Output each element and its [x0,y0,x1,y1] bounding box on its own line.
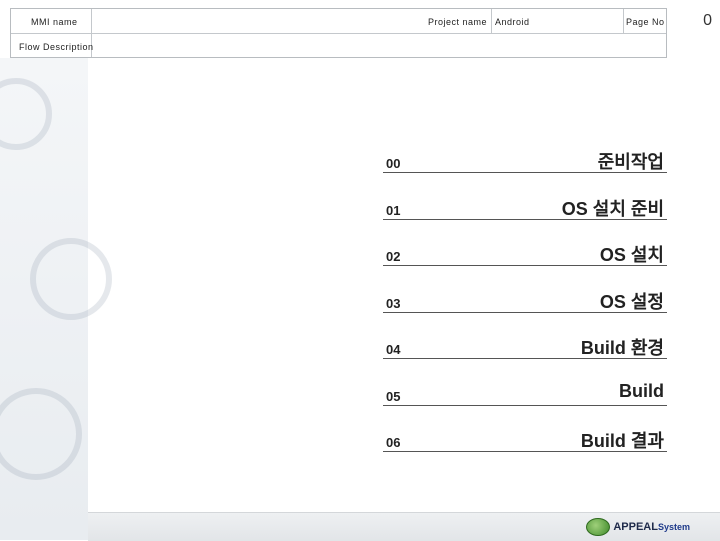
logo-brand-text: APPEALSystem [613,521,690,533]
project-name-label: Project name [428,17,488,27]
project-name-value[interactable]: Android [495,17,530,27]
toc-divider [383,172,667,173]
toc-number: 00 [386,156,401,171]
left-decor-panel [0,58,112,540]
swirl-decor-icon [0,388,82,480]
swirl-decor-icon [30,238,112,320]
toc-number: 04 [386,342,401,357]
page-no-label: Page No [626,17,665,27]
toc-divider [383,404,667,406]
toc-title: Build 환경 [580,338,664,358]
header-table: MMI name Project name Android Page No Fl… [10,8,667,58]
toc-title: OS 설치 [599,245,664,265]
toc-number: 01 [386,202,401,218]
flow-description-label: Flow Description [19,42,94,52]
toc-divider [383,265,667,266]
appeal-logo-icon [586,518,611,536]
toc-title: OS 설정 [599,291,664,312]
toc-title: 준비작업 [597,152,664,172]
toc-divider [383,218,667,220]
toc-number: 02 [386,249,401,264]
toc-divider [383,358,667,359]
swirl-decor-icon [0,78,52,150]
toc-number: 05 [386,388,401,404]
toc-divider [383,311,667,313]
toc-title: Build [619,380,664,401]
toc-title: Build 결과 [580,431,664,451]
toc-divider [383,451,667,452]
toc-title: OS 설치 준비 [561,198,664,219]
appeal-system-logo: APPEALSystem [586,518,690,536]
toc-number: 06 [386,435,401,450]
page-number: 0 [703,12,712,29]
toc-number: 03 [386,295,401,311]
mmi-name-label: MMI name [31,17,78,27]
